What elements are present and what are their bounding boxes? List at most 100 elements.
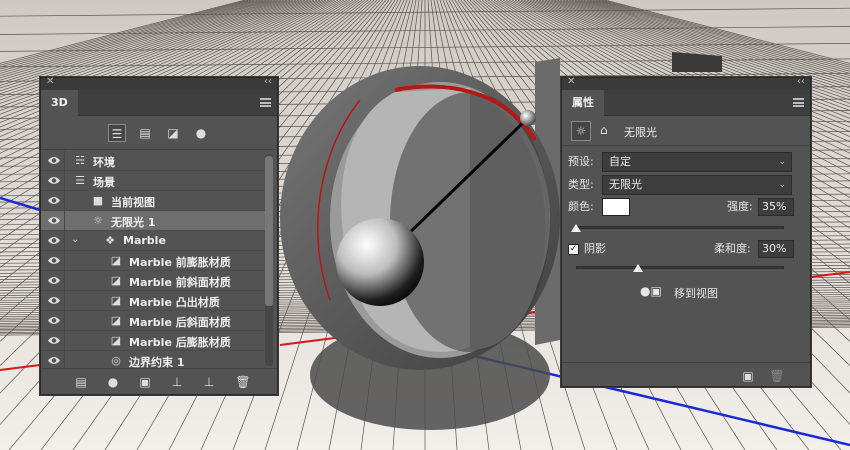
layer-label: Marble <box>123 234 166 247</box>
softness-slider[interactable] <box>576 266 784 269</box>
coordinates-icon[interactable]: ⌂ <box>600 123 608 137</box>
light-name: 无限光 <box>624 126 657 139</box>
layer-label: 环境 <box>93 156 115 169</box>
softness-label: 柔和度: <box>714 242 751 255</box>
layer-row[interactable]: ☰ 场景 <box>41 171 265 191</box>
mesh-button-icon[interactable]: ▤ <box>73 374 89 390</box>
infinite-light-icon: ☼ <box>93 214 103 227</box>
panel-3d-bottom-bar: ▤ ● ▣ ⊥ ⊥ 🗑 <box>41 368 277 394</box>
layer-row[interactable]: ◪ Marble 后斜面材质 <box>41 311 265 331</box>
properties-panel: ✕ ‹‹ 属性 ☼ ⌂ 无限光 预设: 自定 ⌄ 类型: 无限光 ⌄ 颜色: 强… <box>561 76 811 387</box>
intensity-slider[interactable] <box>576 226 784 229</box>
light-sphere <box>336 218 424 306</box>
material-icon: ◪ <box>110 254 122 267</box>
close-icon[interactable]: ✕ <box>46 76 54 87</box>
intensity-input[interactable]: 35% <box>758 198 794 216</box>
visibility-toggle[interactable] <box>41 211 65 231</box>
eye-icon <box>48 277 60 284</box>
move-to-view-icon: ●▣ <box>640 284 662 298</box>
layer-row[interactable]: ☵ 环境 <box>41 151 265 171</box>
material-icon: ◪ <box>110 334 122 347</box>
layer-label: Marble 后膨胀材质 <box>129 336 231 349</box>
tab-3d[interactable]: 3D <box>41 90 78 116</box>
visibility-toggle[interactable] <box>41 151 65 171</box>
light-color-swatch[interactable] <box>602 198 630 216</box>
softness-input[interactable]: 30% <box>758 240 794 258</box>
visibility-toggle[interactable] <box>41 311 65 331</box>
panel-props-titlebar: ✕ ‹‹ <box>562 76 810 90</box>
scene-filter-icon[interactable]: ☰ <box>108 124 126 142</box>
shadow-label: 阴影 <box>584 242 606 255</box>
properties-bottom-bar: ▣ 🗑 <box>562 362 810 386</box>
visibility-toggle[interactable] <box>41 331 65 351</box>
preset-value: 自定 <box>609 155 631 168</box>
eye-icon <box>48 257 60 264</box>
eye-icon <box>48 357 60 364</box>
type-select[interactable]: 无限光 ⌄ <box>602 175 792 195</box>
panel-menu-icon[interactable] <box>793 98 804 107</box>
trash-icon[interactable]: 🗑 <box>235 374 251 390</box>
eye-icon <box>48 317 60 324</box>
visibility-toggle[interactable] <box>41 291 65 311</box>
panel-menu-icon[interactable] <box>260 98 271 107</box>
collapse-icon[interactable]: ‹‹ <box>797 76 805 87</box>
chevron-down-icon: ⌄ <box>778 157 786 167</box>
expand-chevron-icon[interactable]: ⌄ <box>71 234 79 245</box>
constraint-add-icon[interactable]: ⊥ <box>201 374 217 390</box>
layer-row[interactable]: ⌄ ❖ Marble <box>41 231 265 251</box>
layer-label: Marble 凸出材质 <box>129 296 220 309</box>
layer-list-scrollbar[interactable] <box>265 154 273 366</box>
visibility-toggle[interactable] <box>41 351 65 369</box>
drop-to-ground-icon[interactable]: ⊥ <box>169 374 185 390</box>
trash-icon[interactable]: 🗑 <box>769 368 785 384</box>
chevron-down-icon: ⌄ <box>778 180 786 190</box>
visibility-toggle[interactable] <box>41 231 65 251</box>
visibility-toggle[interactable] <box>41 271 65 291</box>
collapse-icon[interactable]: ‹‹ <box>264 76 272 87</box>
close-icon[interactable]: ✕ <box>567 76 575 87</box>
layer-row[interactable]: ◪ Marble 后膨胀材质 <box>41 331 265 351</box>
mesh-icon: ❖ <box>105 234 115 247</box>
eye-icon <box>48 197 60 204</box>
preset-select[interactable]: 自定 ⌄ <box>602 152 792 172</box>
visibility-toggle[interactable] <box>41 191 65 211</box>
add-light-icon[interactable]: ● <box>105 374 121 390</box>
light-filter-icon[interactable]: ● <box>192 124 210 142</box>
shadow-checkbox[interactable]: ✓ <box>568 244 579 255</box>
intensity-label: 强度: <box>727 200 753 213</box>
layer-label: Marble 前膨胀材质 <box>129 256 231 269</box>
eye-icon <box>48 177 60 184</box>
scrollbar-thumb[interactable] <box>265 156 273 306</box>
eye-icon <box>48 297 60 304</box>
tab-properties[interactable]: 属性 <box>562 90 604 116</box>
constraint-icon: ◎ <box>111 354 121 367</box>
render-icon[interactable]: ▣ <box>137 374 153 390</box>
camera-icon: ■ <box>92 194 104 207</box>
filter-toolbar: ☰ ▤ ◪ ● <box>41 116 277 150</box>
render-icon[interactable]: ▣ <box>740 368 756 384</box>
panel-3d-titlebar: ✕ ‹‹ <box>41 76 277 90</box>
layer-label: 无限光 1 <box>111 216 156 229</box>
color-label: 颜色: <box>568 200 594 213</box>
intensity-slider-thumb[interactable] <box>571 224 581 232</box>
mesh-filter-icon[interactable]: ▤ <box>136 124 154 142</box>
layer-row[interactable]: ■ 当前视图 <box>41 191 265 211</box>
eye-icon <box>48 217 60 224</box>
layer-row[interactable]: ◎ 边界约束 1 <box>41 351 265 369</box>
softness-slider-thumb[interactable] <box>633 264 644 272</box>
infinite-light-icon[interactable]: ☼ <box>571 121 591 141</box>
move-to-view-label: 移到视图 <box>674 287 718 300</box>
layer-row[interactable]: ◪ Marble 前斜面材质 <box>41 271 265 291</box>
panel-3d-tabbar: 3D <box>41 90 277 116</box>
layer-list: ☵ 环境 ☰ 场景 ■ 当前视图 ☼ 无限光 1 ⌄ ❖ Marble ◪ Marble 前膨胀材质 ◪ M… <box>41 151 265 369</box>
visibility-toggle[interactable] <box>41 171 65 191</box>
layer-row[interactable]: ◪ Marble 凸出材质 <box>41 291 265 311</box>
material-icon: ◪ <box>110 314 122 327</box>
panel-props-tabbar: 属性 <box>562 90 810 116</box>
light-knob <box>520 110 536 126</box>
layer-row[interactable]: ◪ Marble 前膨胀材质 <box>41 251 265 271</box>
layer-row[interactable]: ☼ 无限光 1 <box>41 211 265 231</box>
eye-icon <box>48 157 60 164</box>
visibility-toggle[interactable] <box>41 251 65 271</box>
material-filter-icon[interactable]: ◪ <box>164 124 182 142</box>
